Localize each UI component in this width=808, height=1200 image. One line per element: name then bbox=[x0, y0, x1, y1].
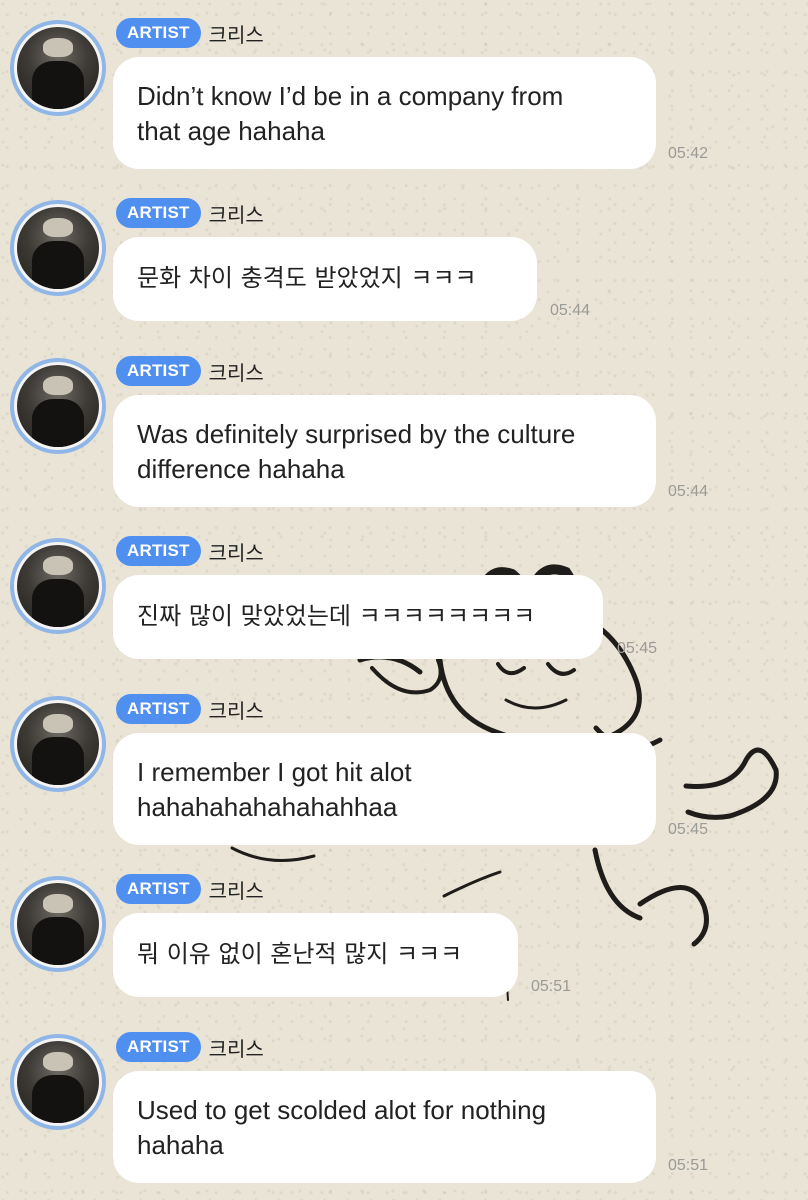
message-bubble[interactable]: 진짜 많이 맞았었는데 ㅋㅋㅋㅋㅋㅋㅋㅋ bbox=[113, 575, 603, 659]
sender-name: 크리스 bbox=[208, 540, 264, 565]
sender-name: 크리스 bbox=[208, 1036, 264, 1061]
message-bubble[interactable]: Used to get scolded alot for nothing hah… bbox=[113, 1071, 656, 1183]
message-bubble[interactable]: Didn’t know I’d be in a company from tha… bbox=[113, 57, 656, 169]
message-line: 뭐 이유 없이 혼난적 많지 ㅋㅋㅋ bbox=[137, 940, 463, 968]
message-bubble[interactable]: Was definitely surprised by the culture … bbox=[113, 395, 656, 507]
avatar[interactable] bbox=[10, 20, 106, 116]
message-time: 05:44 bbox=[668, 483, 709, 500]
message-time: 05:44 bbox=[550, 302, 591, 319]
sender-name: 크리스 bbox=[208, 878, 264, 903]
message-time: 05:42 bbox=[668, 145, 709, 162]
avatar[interactable] bbox=[10, 1034, 106, 1130]
message-line: I remember I got hit alot bbox=[137, 757, 412, 787]
message-bubble[interactable]: 뭐 이유 없이 혼난적 많지 ㅋㅋㅋ bbox=[113, 913, 518, 997]
avatar[interactable] bbox=[10, 358, 106, 454]
message-bubble[interactable]: 문화 차이 충격도 받았었지 ㅋㅋㅋ bbox=[113, 237, 537, 321]
message-bubble[interactable]: I remember I got hit alot hahahahahahaha… bbox=[113, 733, 656, 845]
message-line: difference hahaha bbox=[137, 454, 345, 484]
avatar[interactable] bbox=[10, 696, 106, 792]
message-header: ARTIST 크리스 bbox=[116, 874, 264, 904]
artist-badge: ARTIST bbox=[116, 356, 201, 386]
message-time: 05:45 bbox=[668, 821, 709, 838]
message-time: 05:45 bbox=[617, 640, 658, 657]
artist-badge: ARTIST bbox=[116, 198, 201, 228]
sender-name: 크리스 bbox=[208, 202, 264, 227]
message-header: ARTIST 크리스 bbox=[116, 198, 264, 228]
sender-name: 크리스 bbox=[208, 698, 264, 723]
message-header: ARTIST 크리스 bbox=[116, 536, 264, 566]
message-header: ARTIST 크리스 bbox=[116, 18, 264, 48]
message-line: hahahahahahahahhaa bbox=[137, 792, 398, 822]
message-line: Didn’t know I’d be in a company from bbox=[137, 81, 564, 111]
artist-badge: ARTIST bbox=[116, 536, 201, 566]
message-line: 진짜 많이 맞았었는데 ㅋㅋㅋㅋㅋㅋㅋㅋ bbox=[137, 602, 536, 630]
avatar[interactable] bbox=[10, 200, 106, 296]
message-time: 05:51 bbox=[668, 1157, 709, 1174]
message-header: ARTIST 크리스 bbox=[116, 694, 264, 724]
message-time: 05:51 bbox=[531, 978, 572, 995]
message-line: Used to get scolded alot for nothing bbox=[137, 1095, 547, 1125]
artist-badge: ARTIST bbox=[116, 1032, 201, 1062]
artist-badge: ARTIST bbox=[116, 18, 201, 48]
message-header: ARTIST 크리스 bbox=[116, 356, 264, 386]
artist-badge: ARTIST bbox=[116, 874, 201, 904]
message-line: hahaha bbox=[137, 1130, 224, 1160]
message-line: Was definitely surprised by the culture bbox=[137, 419, 576, 449]
message-line: 문화 차이 충격도 받았었지 ㅋㅋㅋ bbox=[137, 264, 477, 292]
avatar[interactable] bbox=[10, 876, 106, 972]
artist-badge: ARTIST bbox=[116, 694, 201, 724]
message-line: that age hahaha bbox=[137, 116, 325, 146]
sender-name: 크리스 bbox=[208, 360, 264, 385]
message-header: ARTIST 크리스 bbox=[116, 1032, 264, 1062]
sender-name: 크리스 bbox=[208, 22, 264, 47]
avatar[interactable] bbox=[10, 538, 106, 634]
